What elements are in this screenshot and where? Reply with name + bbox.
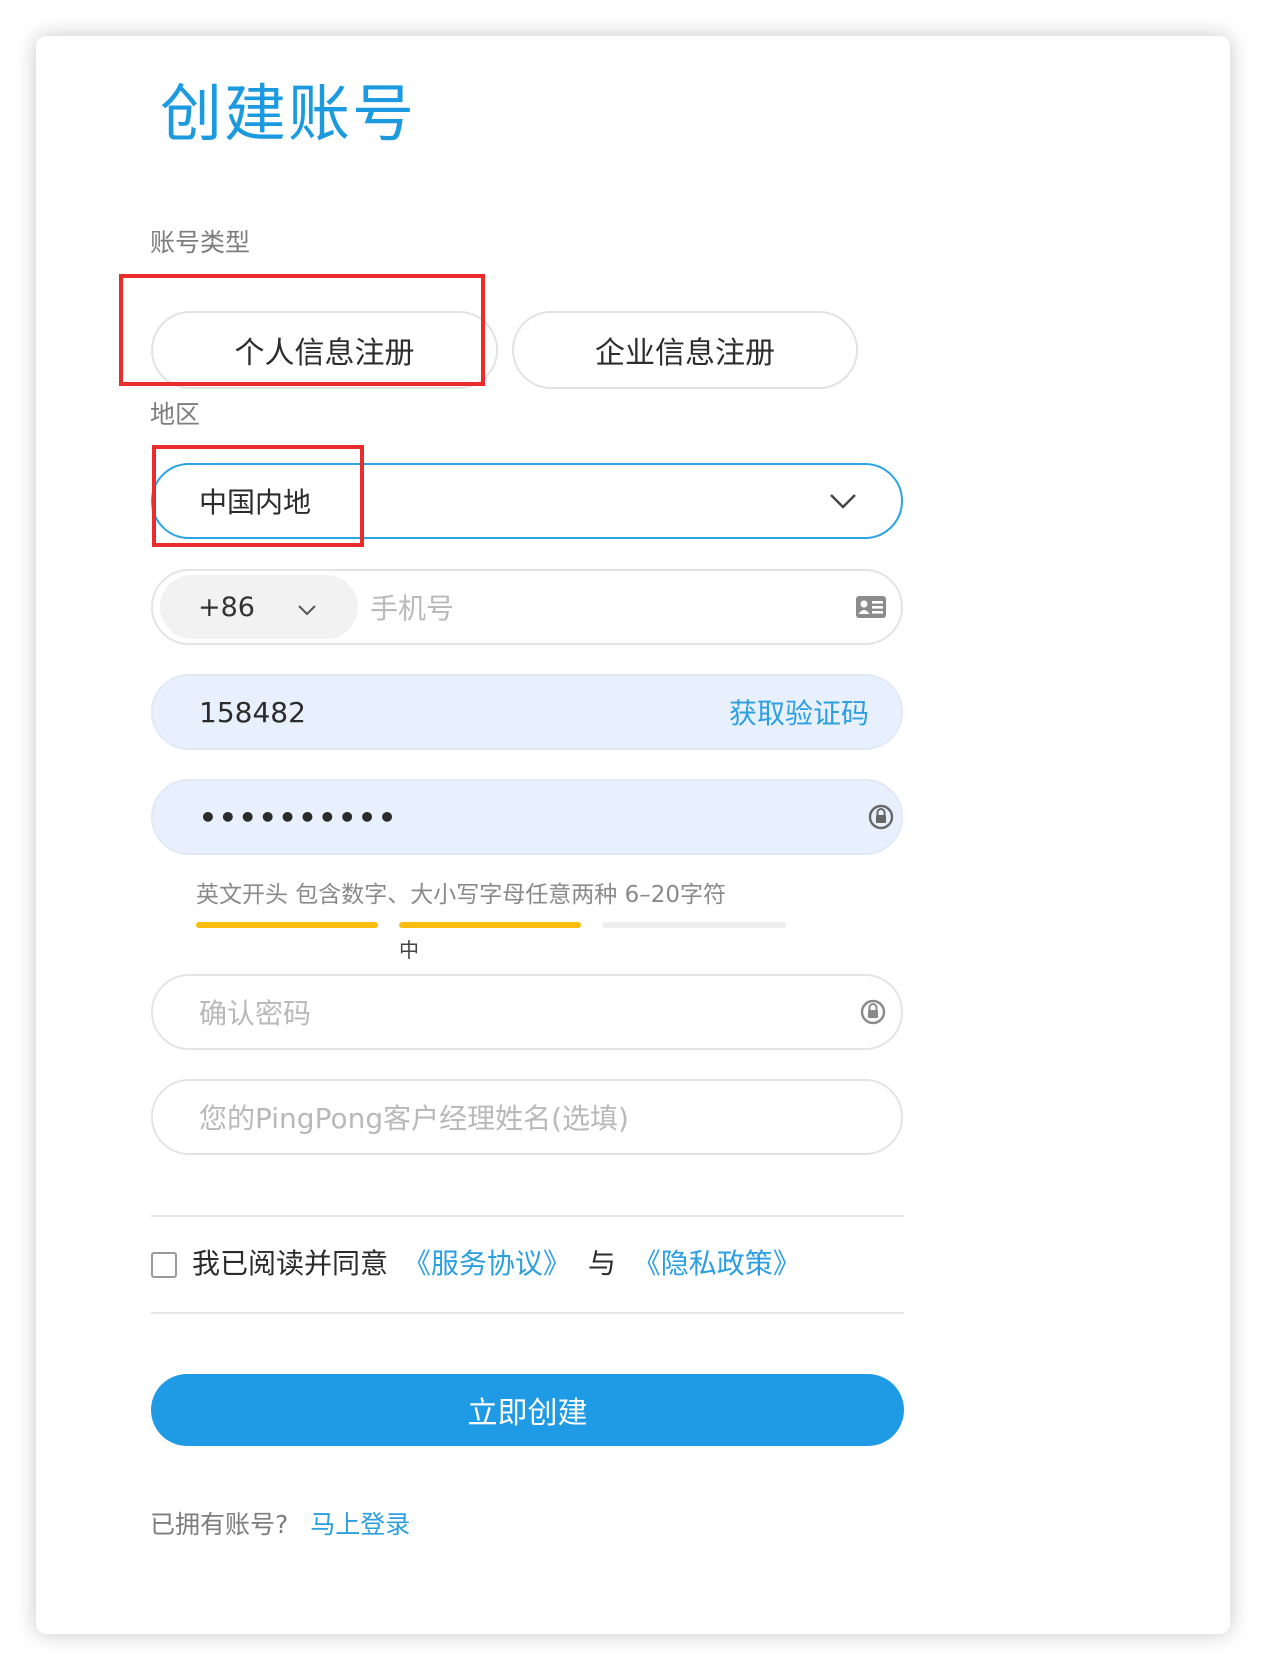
create-account-button[interactable]: 立即创建: [151, 1374, 904, 1446]
enterprise-registration-button[interactable]: 企业信息注册: [512, 311, 858, 389]
login-row: 已拥有账号? 马上登录: [150, 1508, 410, 1542]
page-title: 创建账号: [160, 77, 417, 150]
agreement-prefix: 我已阅读并同意: [192, 1247, 389, 1280]
lock-eye-icon[interactable]: [867, 803, 895, 831]
login-link[interactable]: 马上登录: [310, 1510, 410, 1539]
privacy-link[interactable]: 《隐私政策》: [633, 1247, 801, 1280]
phone-field[interactable]: +86 手机号: [151, 569, 903, 645]
agreement-conjunction: 与: [587, 1247, 616, 1280]
manager-name-input[interactable]: 您的PingPong客户经理姓名(选填): [153, 1097, 901, 1137]
strength-bar-1: [196, 922, 378, 928]
registration-card: 创建账号 账号类型 个人信息注册 企业信息注册 地区 中国内地 +86 手机号: [36, 36, 1230, 1634]
divider: [151, 1312, 904, 1314]
region-value: 中国内地: [199, 486, 312, 519]
region-select[interactable]: 中国内地: [151, 463, 903, 539]
account-type-label: 账号类型: [150, 228, 251, 257]
region-label: 地区: [150, 400, 201, 429]
chevron-down-icon: [297, 592, 317, 623]
manager-name-field[interactable]: 您的PingPong客户经理姓名(选填): [151, 1079, 903, 1155]
lock-eye-icon[interactable]: [859, 998, 887, 1026]
strength-label: 中: [399, 938, 419, 962]
phone-input[interactable]: 手机号: [358, 587, 855, 627]
password-input[interactable]: ••••••••••: [153, 801, 867, 834]
login-prompt: 已拥有账号?: [150, 1510, 289, 1539]
strength-bar-3: [602, 922, 786, 928]
country-code-select[interactable]: +86: [160, 575, 358, 639]
verification-code-input[interactable]: 158482: [153, 696, 729, 729]
agreement-checkbox[interactable]: [151, 1252, 177, 1278]
country-code-value: +86: [198, 591, 255, 623]
verification-code-field[interactable]: 158482 获取验证码: [151, 674, 903, 750]
confirm-password-input[interactable]: 确认密码: [153, 992, 859, 1032]
strength-bar-2: [399, 922, 581, 928]
password-hint: 英文开头 包含数字、大小写字母任意两种 6–20字符: [196, 882, 727, 908]
get-code-button[interactable]: 获取验证码: [729, 692, 901, 732]
divider: [151, 1215, 904, 1217]
password-field[interactable]: ••••••••••: [151, 779, 903, 855]
chevron-down-icon: [829, 493, 857, 509]
personal-registration-button[interactable]: 个人信息注册: [151, 311, 498, 389]
agreement-text: 我已阅读并同意 《服务协议》 与 《隐私政策》: [192, 1244, 801, 1284]
confirm-password-field[interactable]: 确认密码: [151, 974, 903, 1050]
terms-link[interactable]: 《服务协议》: [403, 1247, 571, 1280]
contact-card-icon[interactable]: [855, 595, 887, 619]
